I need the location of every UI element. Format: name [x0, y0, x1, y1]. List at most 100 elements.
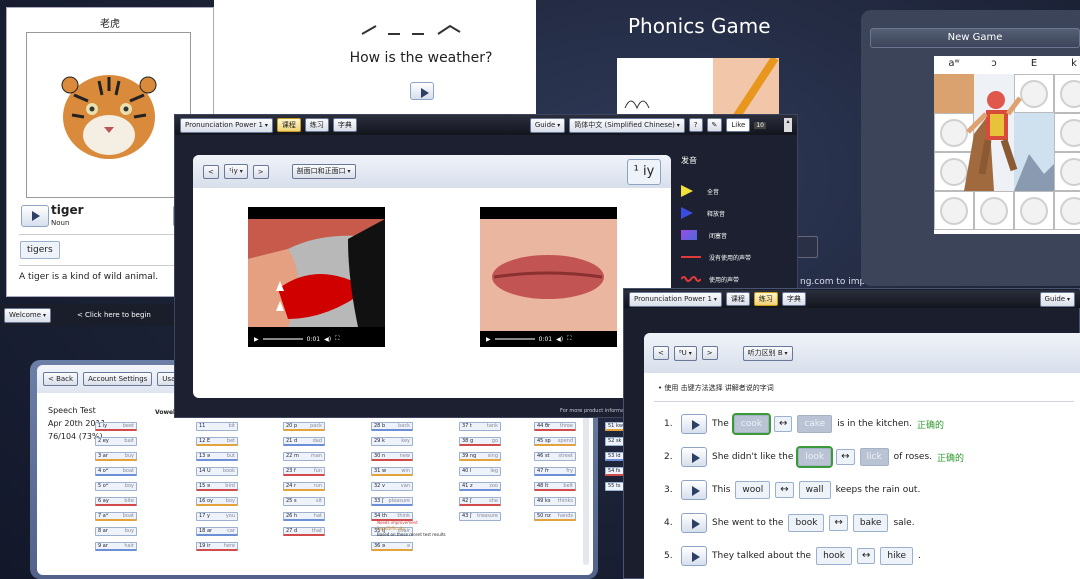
guide-select[interactable]: Guide: [1039, 291, 1075, 307]
choice-b-button[interactable]: lick: [859, 448, 889, 466]
begin-link[interactable]: < Click here to begin: [77, 311, 151, 319]
sound-cell[interactable]: 33 ʃ pleasure: [371, 497, 413, 506]
sound-cell[interactable]: 8 ar buy: [95, 527, 137, 536]
tab-dictionary[interactable]: 字典: [781, 292, 806, 306]
welcome-select[interactable]: Welcome: [4, 307, 51, 323]
sound-cell[interactable]: 44 θr three: [534, 422, 576, 431]
legend-item[interactable]: 全音: [681, 180, 797, 202]
app-select[interactable]: Pronunciation Power 1: [629, 291, 722, 307]
choice-a-button[interactable]: hook: [816, 547, 853, 565]
sound-cell[interactable]: 25 s sit: [283, 497, 325, 506]
sound-cell[interactable]: 28 b back: [371, 422, 413, 431]
tab-practice[interactable]: 练习: [304, 118, 329, 132]
sound-cell[interactable]: 37 t tank: [459, 422, 501, 431]
sound-cell[interactable]: 26 h hat: [283, 512, 325, 521]
sound-cell[interactable]: 21 d dad: [283, 437, 325, 446]
choice-b-button[interactable]: bake: [852, 514, 889, 532]
sound-cell[interactable]: 47 fr fry: [534, 467, 576, 476]
sound-cell[interactable]: 50 nz hands: [534, 512, 576, 521]
volume-icon[interactable]: ◀): [556, 336, 563, 343]
sound-cell[interactable]: 46 st street: [534, 452, 576, 461]
scroll-arrow[interactable]: ▴: [784, 118, 792, 132]
play-sentence-button[interactable]: [681, 414, 707, 434]
prev-sound-button[interactable]: <: [653, 346, 669, 360]
sound-cell[interactable]: 13 ə but: [196, 452, 238, 461]
sound-cell[interactable]: 27 d that: [283, 527, 325, 536]
fullscreen-icon[interactable]: ⛶: [567, 335, 571, 343]
sound-cell[interactable]: 17 y you: [196, 512, 238, 521]
choice-b-button[interactable]: hike: [880, 547, 914, 565]
sound-cell[interactable]: 36 ə ə: [371, 542, 413, 551]
sound-cell[interactable]: 24 r run: [283, 482, 325, 491]
guide-select[interactable]: Guide: [529, 117, 566, 133]
sound-cell[interactable]: 45 sp spend: [534, 437, 576, 446]
sound-cell[interactable]: 42 ʃ she: [459, 497, 501, 506]
sound-cell[interactable]: 48 lt belt: [534, 482, 576, 491]
sound-select[interactable]: ⁸U: [673, 345, 697, 361]
sound-cell[interactable]: 20 p pack: [283, 422, 325, 431]
sound-cell[interactable]: 12 E bet: [196, 437, 238, 446]
tab-lesson[interactable]: 课程: [725, 292, 750, 306]
sound-cell[interactable]: 32 v van: [371, 482, 413, 491]
sound-cell[interactable]: 11 bit: [196, 422, 238, 431]
play-sentence-button[interactable]: [681, 546, 707, 566]
sound-cell[interactable]: 29 k key: [371, 437, 413, 446]
sound-cell[interactable]: 5 oʷ boy: [95, 482, 137, 491]
sound-cell[interactable]: 19 ir here: [196, 542, 238, 551]
next-sound-button[interactable]: >: [701, 346, 718, 360]
app-select[interactable]: Pronunciation Power 1: [180, 117, 273, 133]
sound-select[interactable]: ¹iy: [223, 164, 248, 179]
sound-cell[interactable]: 9 ar hair: [95, 542, 137, 551]
sound-cell[interactable]: 1 iy beet: [95, 422, 137, 431]
mode-select[interactable]: 听力区别 B: [742, 345, 793, 361]
volume-icon[interactable]: ◀): [324, 336, 331, 343]
view-select[interactable]: 剖面口和正面口: [291, 164, 356, 179]
sound-cell[interactable]: 4 oʷ boat: [95, 467, 137, 476]
sound-cell[interactable]: 14 U book: [196, 467, 238, 476]
sound-cell[interactable]: 31 w win: [371, 467, 413, 476]
game-tile[interactable]: [1054, 113, 1080, 152]
game-tile[interactable]: [974, 191, 1014, 230]
sound-cell[interactable]: 7 aʷ boat: [95, 512, 137, 521]
phonics-button[interactable]: [797, 236, 818, 258]
sound-cell[interactable]: 39 ng sing: [459, 452, 501, 461]
tools-icon[interactable]: ✎: [706, 118, 723, 132]
progress-bar[interactable]: [494, 338, 535, 340]
new-game-button[interactable]: New Game: [870, 28, 1080, 48]
play-icon[interactable]: ▶: [254, 336, 259, 343]
like-button[interactable]: Like: [726, 118, 751, 132]
play-weather-button[interactable]: [410, 82, 434, 100]
play-sentence-button[interactable]: [681, 480, 707, 500]
sound-cell[interactable]: 22 m man: [283, 452, 325, 461]
sound-cell[interactable]: 15 ə bird: [196, 482, 238, 491]
choice-a-button[interactable]: wool: [735, 481, 771, 499]
sound-cell[interactable]: 23 f fun: [283, 467, 325, 476]
choice-b-button[interactable]: cake: [797, 415, 833, 433]
language-select[interactable]: 简体中文 (Simplified Chinese): [569, 117, 685, 133]
sound-cell[interactable]: 38 g go: [459, 437, 501, 446]
stats-scrollbar[interactable]: [583, 415, 589, 565]
choice-a-button[interactable]: book: [788, 514, 825, 532]
choice-a-button[interactable]: look: [796, 446, 834, 468]
game-tile[interactable]: [1014, 191, 1054, 230]
tab-lesson[interactable]: 课程: [276, 118, 301, 132]
sound-cell[interactable]: 40 l leg: [459, 467, 501, 476]
sound-cell[interactable]: 18 ar car: [196, 527, 238, 536]
sound-cell[interactable]: 16 oy boy: [196, 497, 238, 506]
sound-cell[interactable]: 41 z zoo: [459, 482, 501, 491]
next-sound-button[interactable]: >: [252, 164, 269, 179]
tab-practice[interactable]: 练习: [753, 292, 778, 306]
play-icon[interactable]: ▶: [486, 336, 491, 343]
product-info-footer[interactable]: For more product informatio: [560, 408, 630, 414]
game-tile[interactable]: [1054, 74, 1080, 113]
fullscreen-icon[interactable]: ⛶: [335, 335, 339, 343]
sound-cell[interactable]: 6 ay bite: [95, 497, 137, 506]
game-tile[interactable]: [934, 191, 974, 230]
legend-item[interactable]: 闭塞音: [681, 224, 797, 246]
play-word-button[interactable]: [21, 205, 49, 227]
legend-item[interactable]: 释放音: [681, 202, 797, 224]
progress-bar[interactable]: [262, 338, 303, 340]
sound-cell[interactable]: 43 ʃ treasure: [459, 512, 501, 521]
game-tile[interactable]: [1054, 152, 1080, 191]
choice-a-button[interactable]: cook: [731, 413, 771, 435]
